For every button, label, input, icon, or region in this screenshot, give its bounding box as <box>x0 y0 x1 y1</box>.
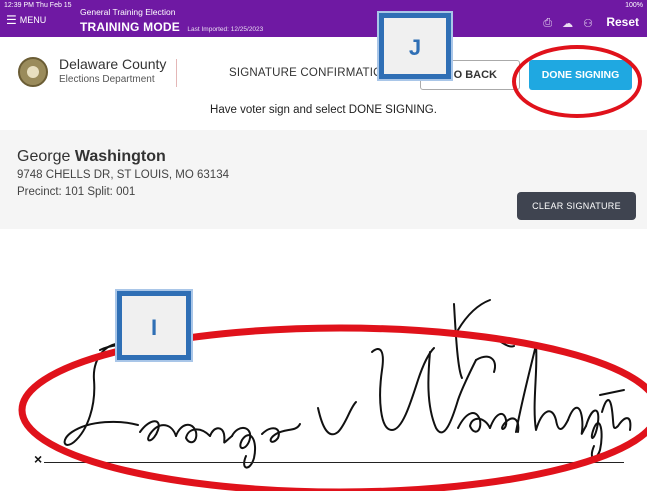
callout-j-label: J <box>384 18 446 74</box>
callout-i: I <box>115 289 193 362</box>
done-button-highlight-ring <box>512 45 642 118</box>
callout-j: J <box>377 11 453 81</box>
callout-i-label: I <box>122 296 186 355</box>
